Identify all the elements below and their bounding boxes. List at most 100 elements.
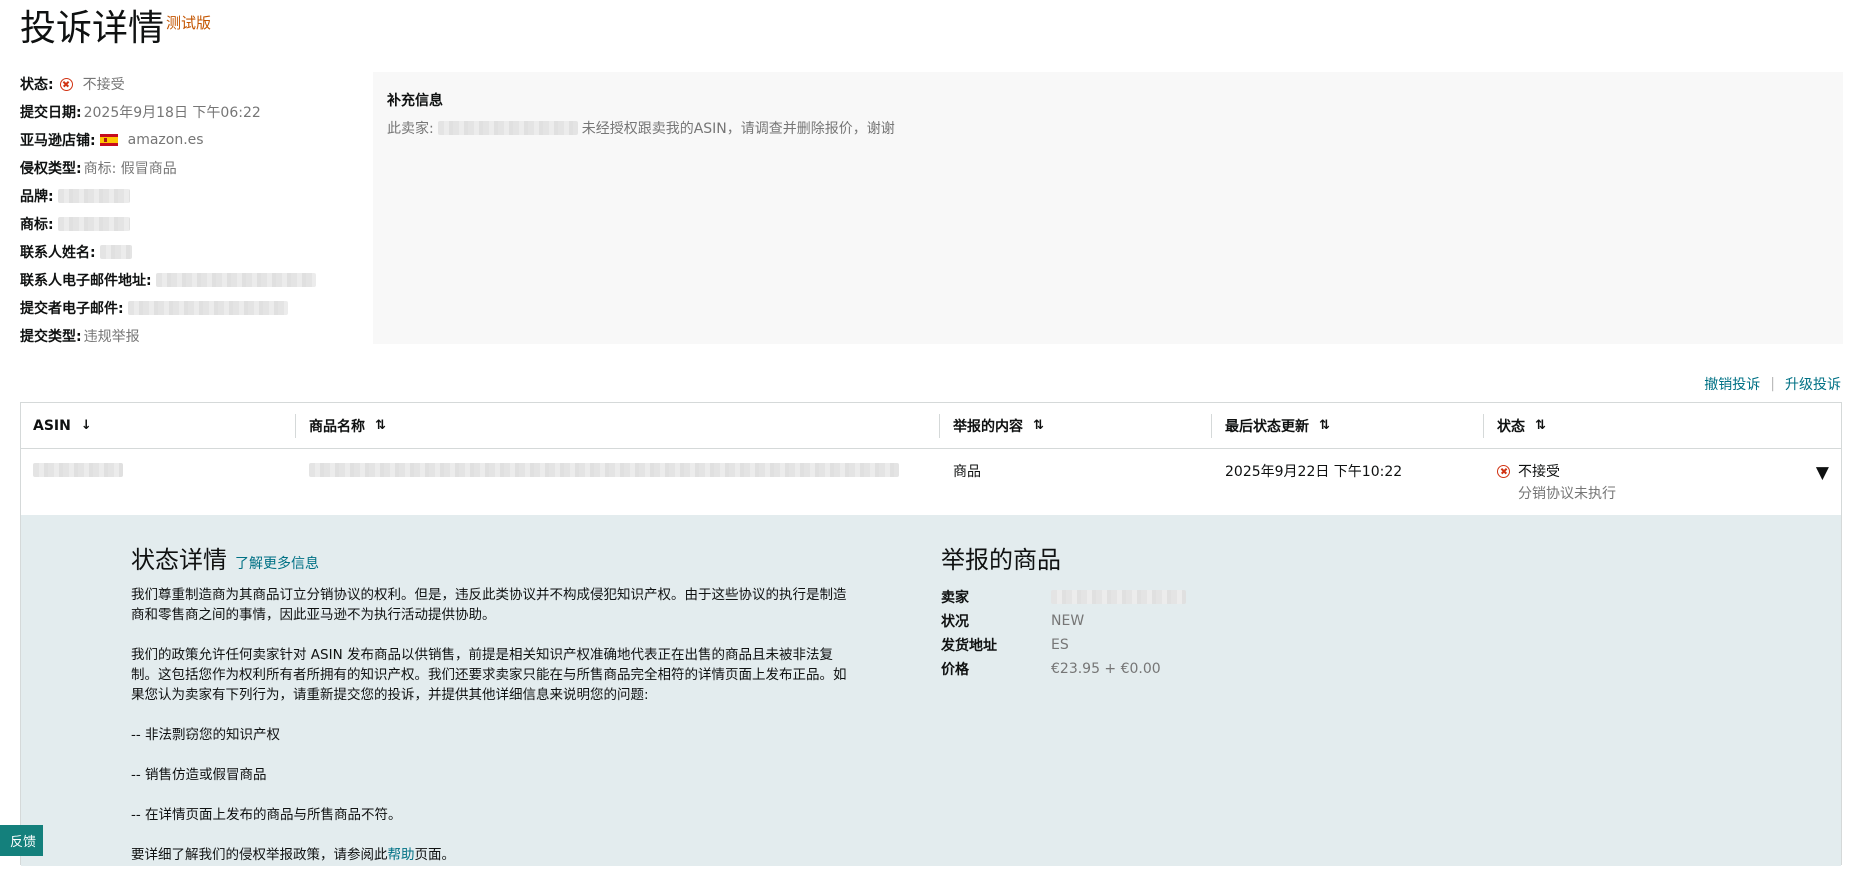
redacted-submitter-email	[127, 301, 288, 315]
detail-label: 亚马逊店铺:	[20, 133, 96, 149]
row-expanded-details: 状态详情 了解更多信息 我们尊重制造商为其商品订立分销协议的权利。但是，违反此类…	[21, 515, 1841, 866]
status-details-body: 我们尊重制造商为其商品订立分销协议的权利。但是，违反此类协议并不构成侵犯知识产权…	[131, 585, 856, 885]
rp-label: 卖家	[941, 590, 969, 606]
detail-label: 联系人姓名:	[20, 245, 96, 261]
complaint-details-list: 状态: 不接受 提交日期: 2025年9月18日 下午06:22 亚马逊店铺: …	[20, 70, 360, 350]
detail-date: 提交日期: 2025年9月18日 下午06:22	[20, 98, 360, 126]
feedback-button[interactable]: 反馈	[0, 825, 43, 856]
complaint-details-page: 投诉详情 测试版 状态: 不接受 提交日期: 2025年9月18日 下午06:2…	[0, 0, 1862, 866]
rp-label: 状况	[941, 614, 969, 630]
supplementary-info-panel: 补充信息 此卖家: 未经授权跟卖我的ASIN，请调查并删除报价，谢谢	[373, 72, 1843, 344]
detail-trademark: 商标:	[20, 210, 360, 238]
status-bullet: -- 销售仿造或假冒商品	[131, 767, 267, 783]
detail-label: 提交日期:	[20, 105, 82, 121]
status-bullet: -- 在详情页面上发布的商品与所售商品不符。	[131, 807, 402, 823]
detail-value: amazon.es	[127, 132, 204, 148]
spain-flag-icon	[99, 134, 118, 146]
beta-badge: 测试版	[166, 14, 212, 32]
status-cell: 不接受 分销协议未执行	[1497, 461, 1616, 503]
table-row[interactable]: 商品 2025年9月22日 下午10:22 不接受 分销协议未执行 ▼	[21, 449, 1841, 515]
column-divider	[295, 414, 296, 438]
detail-label: 提交类型:	[20, 329, 82, 345]
row-status: 不接受	[1518, 464, 1560, 480]
table-header: ASIN ↓ 商品名称 ⇅ 举报的内容 ⇅ 最后状态更新 ⇅ 状态 ⇅	[21, 403, 1841, 449]
complaint-table: ASIN ↓ 商品名称 ⇅ 举报的内容 ⇅ 最后状态更新 ⇅ 状态 ⇅ 商品 2…	[20, 402, 1842, 866]
detail-label: 提交者电子邮件:	[20, 301, 124, 317]
column-header-asin[interactable]: ASIN ↓	[33, 403, 92, 448]
column-header-label: 商品名称	[309, 418, 365, 435]
detail-submitter-email: 提交者电子邮件:	[20, 294, 360, 322]
supplementary-title: 补充信息	[387, 93, 443, 109]
last-update-cell: 2025年9月22日 下午10:22	[1225, 464, 1403, 480]
column-header-label: 最后状态更新	[1225, 418, 1309, 435]
detail-value: 商标: 假冒商品	[83, 161, 177, 177]
redacted-product-name	[309, 463, 899, 477]
column-header-product-name[interactable]: 商品名称 ⇅	[309, 403, 386, 448]
detail-submit-type: 提交类型: 违规举报	[20, 322, 360, 350]
reported-product-title: 举报的商品	[941, 546, 1061, 574]
column-header-last-update[interactable]: 最后状态更新 ⇅	[1225, 403, 1330, 448]
redacted-brand	[57, 189, 130, 203]
status-paragraph: 我们尊重制造商为其商品订立分销协议的权利。但是，违反此类协议并不构成侵犯知识产权…	[131, 587, 847, 623]
page-title: 投诉详情	[20, 8, 165, 49]
detail-status: 状态: 不接受	[20, 70, 360, 98]
redacted-seller-name	[1051, 590, 1186, 604]
supplementary-suffix: 未经授权跟卖我的ASIN，请调查并删除报价，谢谢	[581, 121, 895, 137]
status-paragraph: 我们的政策允许任何卖家针对 ASIN 发布商品以供销售，前提是相关知识产权准确地…	[131, 647, 847, 703]
detail-value: 违规举报	[83, 329, 140, 345]
reported-product-details: 卖家 状况 NEW 发货地址 ES 价格 €23.95 + €0.00	[941, 585, 1186, 681]
column-header-label: 状态	[1497, 418, 1525, 435]
detail-value: 2025年9月18日 下午06:22	[83, 105, 261, 121]
help-link[interactable]: 帮助	[388, 847, 415, 863]
column-divider	[1211, 414, 1212, 438]
rejected-icon	[1497, 464, 1510, 478]
detail-infringement-type: 侵权类型: 商标: 假冒商品	[20, 154, 360, 182]
reported-content-cell: 商品	[953, 464, 981, 480]
detail-label: 商标:	[20, 217, 54, 233]
collapse-row-icon[interactable]: ▼	[1816, 463, 1829, 483]
detail-brand: 品牌:	[20, 182, 360, 210]
status-details-header: 状态详情 了解更多信息	[131, 540, 319, 575]
rp-condition-row: 状况 NEW	[941, 609, 1186, 633]
rp-value: €23.95 + €0.00	[1051, 661, 1161, 677]
footer-prefix: 要详细了解我们的侵权举报政策，请参阅此	[131, 847, 388, 863]
column-header-status[interactable]: 状态 ⇅	[1497, 403, 1546, 448]
row-status-reason: 分销协议未执行	[1518, 486, 1616, 502]
detail-label: 侵权类型:	[20, 161, 82, 177]
rp-label: 价格	[941, 662, 969, 678]
action-separator: |	[1770, 376, 1775, 392]
rejected-icon	[59, 77, 73, 91]
escalate-complaint-link[interactable]: 升级投诉	[1785, 374, 1841, 394]
status-bullet: -- 非法剽窃您的知识产权	[131, 727, 281, 743]
status-footer: 要详细了解我们的侵权举报政策，请参阅此帮助页面。	[131, 845, 856, 865]
redacted-asin[interactable]	[33, 463, 123, 477]
rp-ship-from-row: 发货地址 ES	[941, 633, 1186, 657]
detail-label: 品牌:	[20, 189, 54, 205]
detail-label: 联系人电子邮件地址:	[20, 273, 152, 289]
title-row: 投诉详情 测试版	[20, 6, 211, 52]
rp-seller-row: 卖家	[941, 585, 1186, 609]
redacted-trademark	[57, 217, 130, 231]
sort-icon[interactable]: ⇅	[1535, 418, 1546, 433]
sort-icon[interactable]: ⇅	[1033, 418, 1044, 433]
column-divider	[1483, 414, 1484, 438]
sort-icon[interactable]: ⇅	[375, 418, 386, 433]
sort-descending-icon[interactable]: ↓	[81, 418, 92, 433]
rp-price-row: 价格 €23.95 + €0.00	[941, 657, 1186, 681]
withdraw-complaint-link[interactable]: 撤销投诉	[1704, 374, 1760, 394]
column-header-label: 举报的内容	[953, 418, 1023, 435]
column-header-label: ASIN	[33, 417, 71, 434]
learn-more-link[interactable]: 了解更多信息	[235, 553, 319, 573]
rp-label: 发货地址	[941, 638, 997, 654]
redacted-seller	[437, 121, 578, 135]
column-divider	[939, 414, 940, 438]
footer-suffix: 页面。	[414, 847, 456, 863]
column-header-reported-content[interactable]: 举报的内容 ⇅	[953, 403, 1044, 448]
redacted-contact-name	[99, 245, 132, 259]
supplementary-prefix: 此卖家:	[387, 121, 434, 137]
rp-value: NEW	[1051, 613, 1085, 629]
detail-value: 不接受	[82, 77, 125, 93]
sort-icon[interactable]: ⇅	[1319, 418, 1330, 433]
detail-contact-email: 联系人电子邮件地址:	[20, 266, 360, 294]
detail-label: 状态:	[20, 77, 54, 93]
